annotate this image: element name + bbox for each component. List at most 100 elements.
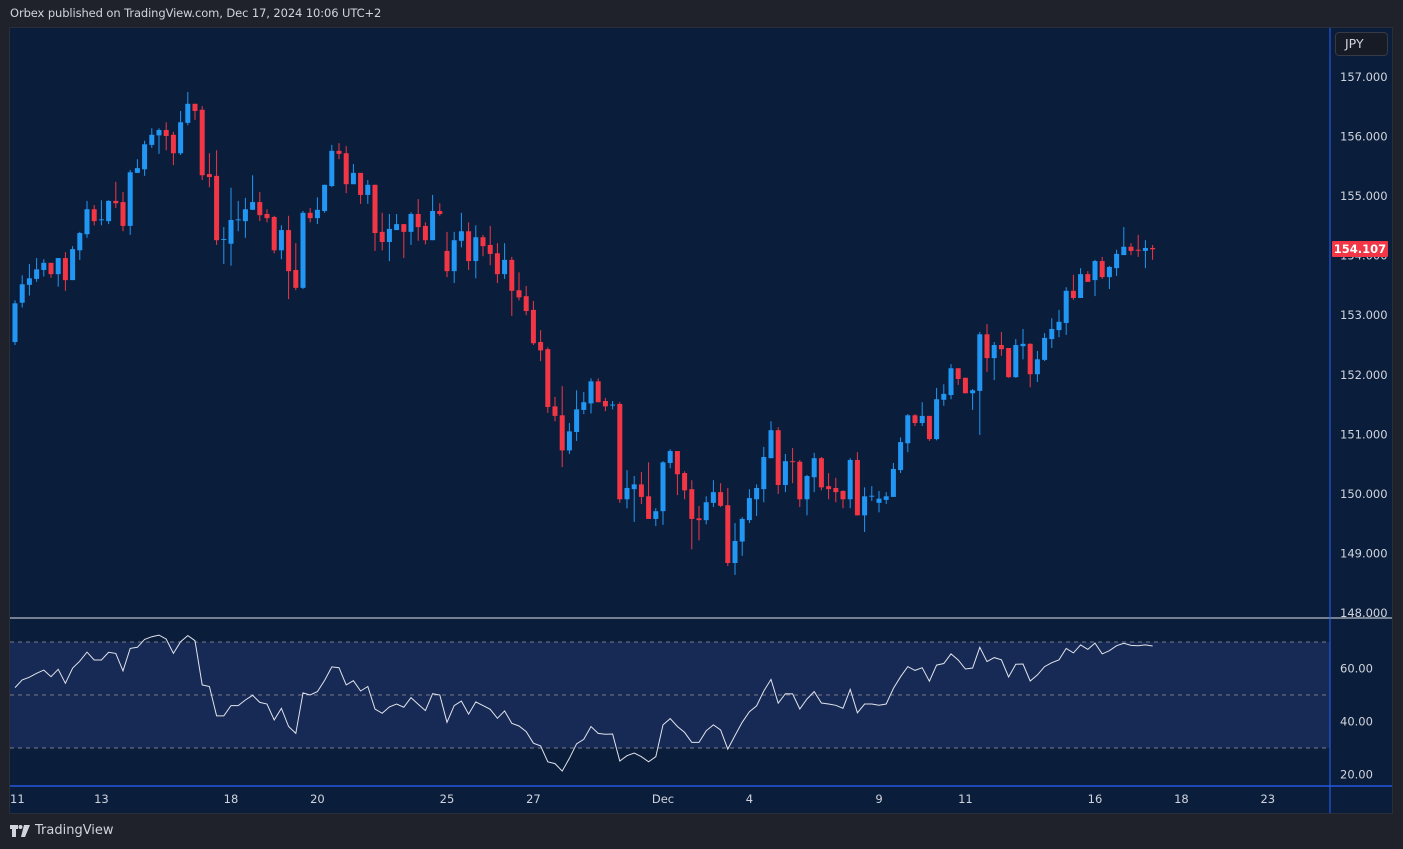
candle [847,458,853,509]
candle [120,191,126,232]
candle [502,243,508,279]
candle [660,461,666,525]
candle [228,187,234,266]
candle [401,224,407,259]
candle-body [286,230,292,272]
candle-body [437,211,443,214]
candle-body [617,403,623,500]
candle [199,106,205,181]
candle-body [1150,247,1156,250]
candle [394,213,400,231]
candle [300,211,306,290]
candle-body [430,211,436,241]
candle-body [1042,337,1048,360]
time-axis[interactable]: 11 13 18 20 25 27 Dec 4 9 11 16 18 23 [10,792,1275,806]
candle-body [926,415,932,440]
candle [458,212,464,248]
candle [1121,227,1127,256]
candle-body [1106,266,1112,278]
candle-body [250,202,256,210]
candle [1013,339,1019,378]
candle-body [401,224,407,232]
candle-body [1092,261,1098,281]
candle-body [178,122,184,154]
candle [415,199,421,241]
candle-body [228,219,234,244]
rsi-axis[interactable]: 60.00 40.00 20.00 [1340,662,1373,782]
candle-body [660,462,666,512]
candle-body [1049,328,1055,340]
candle [739,517,745,556]
candle-body [1070,290,1076,298]
candle-body [494,253,500,275]
candle [98,200,104,226]
candle-body [768,430,774,459]
candle [350,163,356,185]
currency-button[interactable]: JPY [1335,32,1388,56]
candle-body [358,172,364,195]
candle [257,191,263,222]
candle-body [12,303,18,343]
candle [797,459,803,508]
candle-body [710,492,716,503]
candle-body [595,381,601,403]
candle-body [329,150,335,186]
candle [955,368,961,385]
candle-body [1027,343,1033,375]
candle [602,398,608,412]
candle [991,342,997,381]
candle-body [998,345,1004,350]
candle [91,205,97,226]
candle-body [955,368,961,379]
time-tick-label: 4 [746,792,753,806]
candle [754,484,760,516]
candle [588,378,594,414]
candle [1106,265,1112,290]
candle [718,483,724,508]
candle-body [725,505,731,564]
candle-body [314,209,320,219]
candle [876,490,882,513]
candle [559,386,565,468]
candle [523,286,529,316]
time-tick-label: 16 [1088,792,1103,806]
candle [62,252,68,291]
candle-body [696,518,702,521]
chart-canvas[interactable]: 157.000156.000155.000154.000153.000152.0… [0,0,1403,849]
candle-body [941,393,947,400]
candle-body [214,175,220,241]
candle [581,392,587,415]
candle-body [833,487,839,493]
candle-body [818,458,824,488]
candle [638,471,644,505]
candle [1056,309,1062,338]
candle [343,146,349,194]
candle-body [271,216,277,251]
candle-body [1006,347,1012,378]
candle-body [473,237,479,262]
last-price-label: 154.107 [1332,241,1388,258]
candle-body [559,415,565,451]
footer-brand[interactable]: TradingView [10,823,114,838]
candle-body [1078,274,1084,298]
candle [77,231,83,260]
time-tick-label: 18 [1174,792,1189,806]
candle [775,427,781,494]
candle-body [854,459,860,516]
candle-body [602,401,608,407]
candle-body [631,484,637,490]
candle-body [646,496,652,519]
candle-body [523,296,529,312]
price-axis[interactable]: 157.000156.000155.000154.000153.000152.0… [1340,70,1388,620]
candle-body [264,213,270,219]
candle [48,262,54,278]
candle-body [1142,247,1148,251]
candle-body [257,202,263,216]
candle [242,197,248,238]
candle [235,200,241,232]
candle [178,110,184,156]
candle [206,153,212,188]
candle [977,331,983,435]
candle [746,489,752,524]
candle [1006,347,1012,378]
